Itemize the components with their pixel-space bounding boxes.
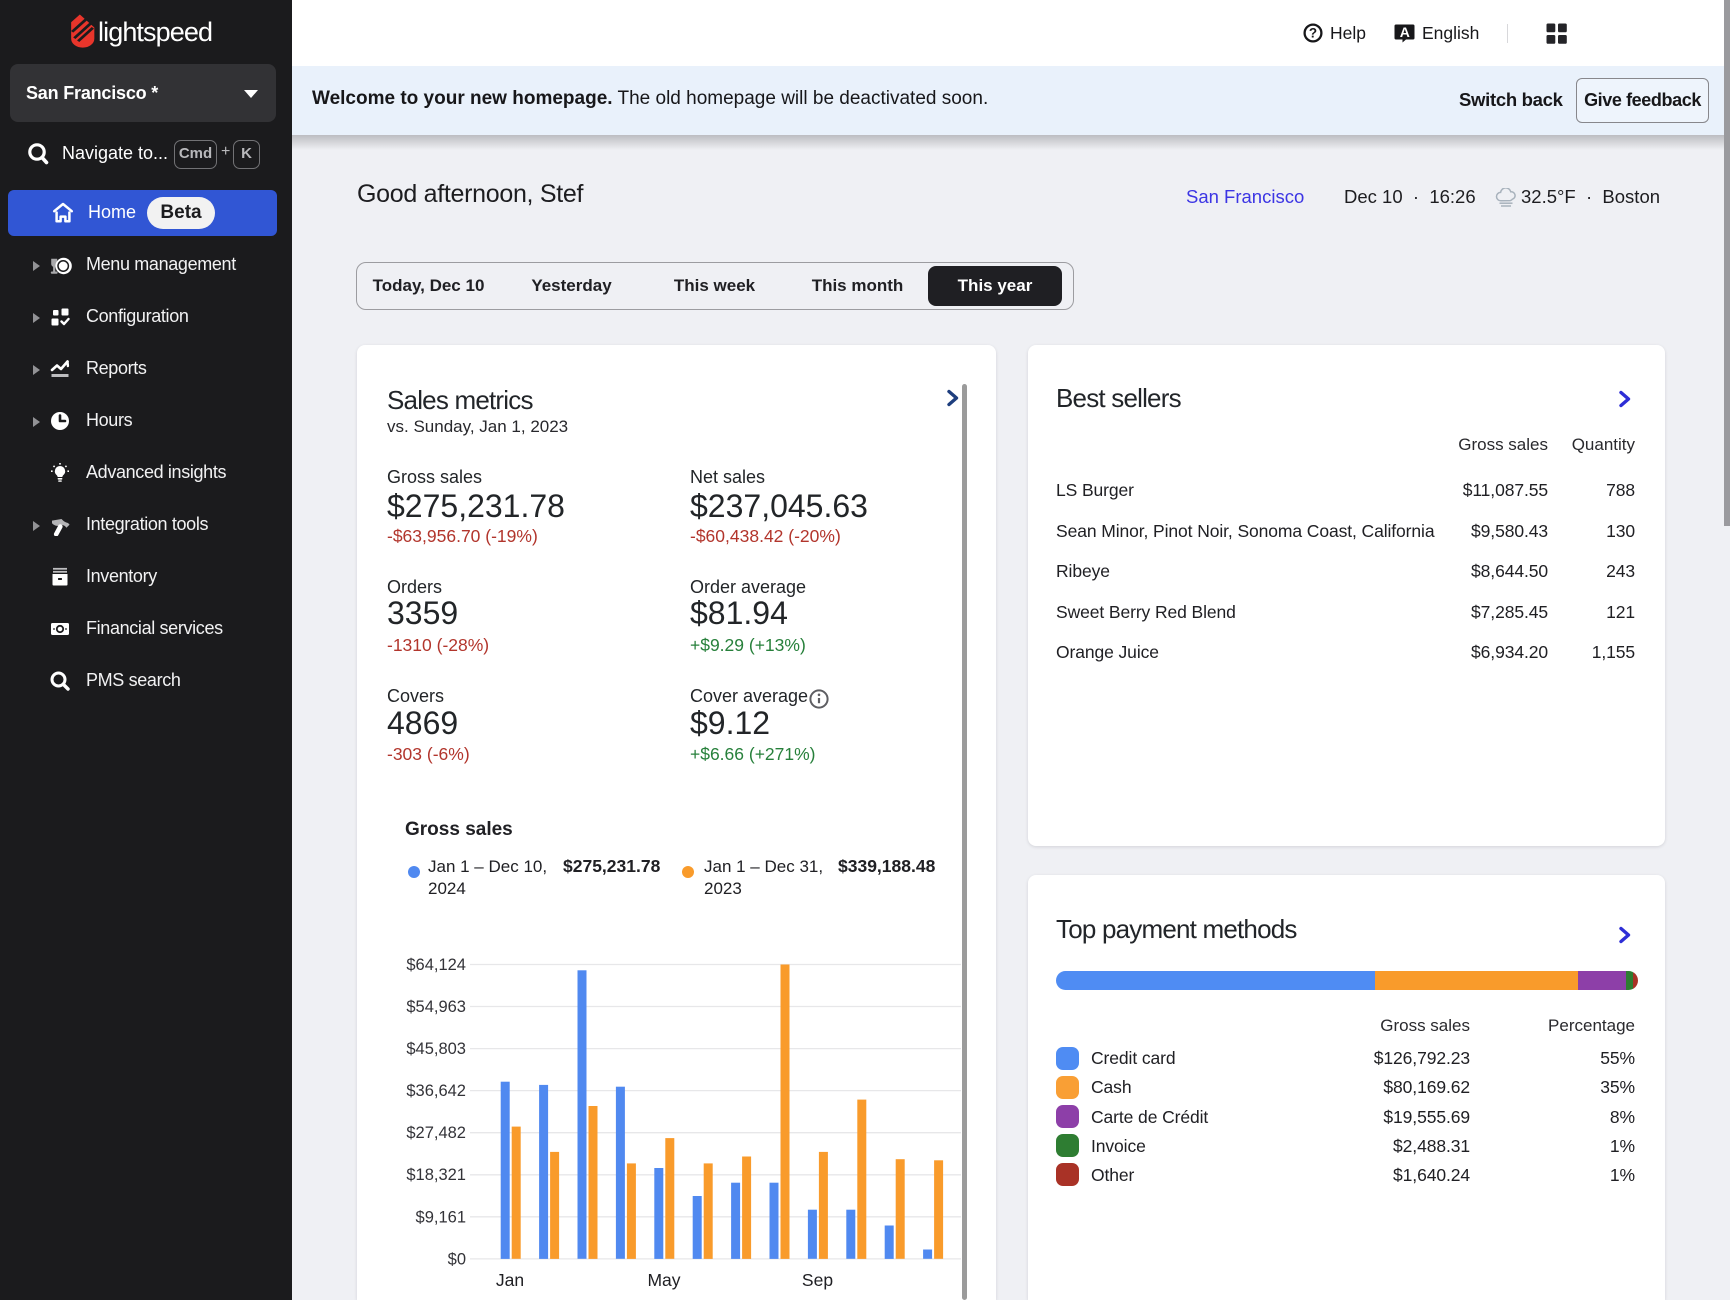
svg-text:$64,124: $64,124 [406, 956, 466, 974]
svg-text:A: A [1400, 24, 1410, 40]
svg-text:$54,963: $54,963 [406, 998, 466, 1016]
svg-text:Sep: Sep [802, 1270, 833, 1290]
svg-text:$18,321: $18,321 [406, 1166, 466, 1184]
svg-text:$45,803: $45,803 [406, 1040, 466, 1058]
svg-text:?: ? [1309, 26, 1317, 41]
svg-text:$0: $0 [448, 1250, 466, 1268]
svg-text:$27,482: $27,482 [406, 1124, 466, 1142]
svg-text:$9,161: $9,161 [416, 1208, 466, 1226]
svg-text:Jan: Jan [496, 1270, 524, 1290]
svg-text:May: May [647, 1270, 680, 1290]
svg-text:$36,642: $36,642 [406, 1082, 466, 1100]
